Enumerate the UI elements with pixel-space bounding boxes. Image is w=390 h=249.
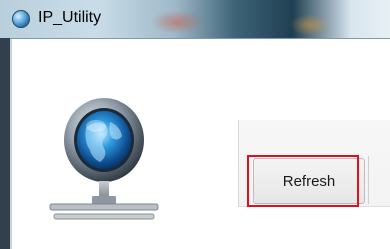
network-globe-icon <box>49 98 159 220</box>
client-edge <box>10 39 12 249</box>
window-title: IP_Utility <box>38 9 102 26</box>
toolbar-separator <box>368 156 369 204</box>
refresh-button-label: Refresh <box>282 172 336 190</box>
refresh-button[interactable]: Refresh <box>253 158 365 204</box>
title-bar[interactable]: IP_Utility <box>0 0 390 39</box>
globe-icon <box>12 10 30 28</box>
window-left-border <box>0 38 10 249</box>
